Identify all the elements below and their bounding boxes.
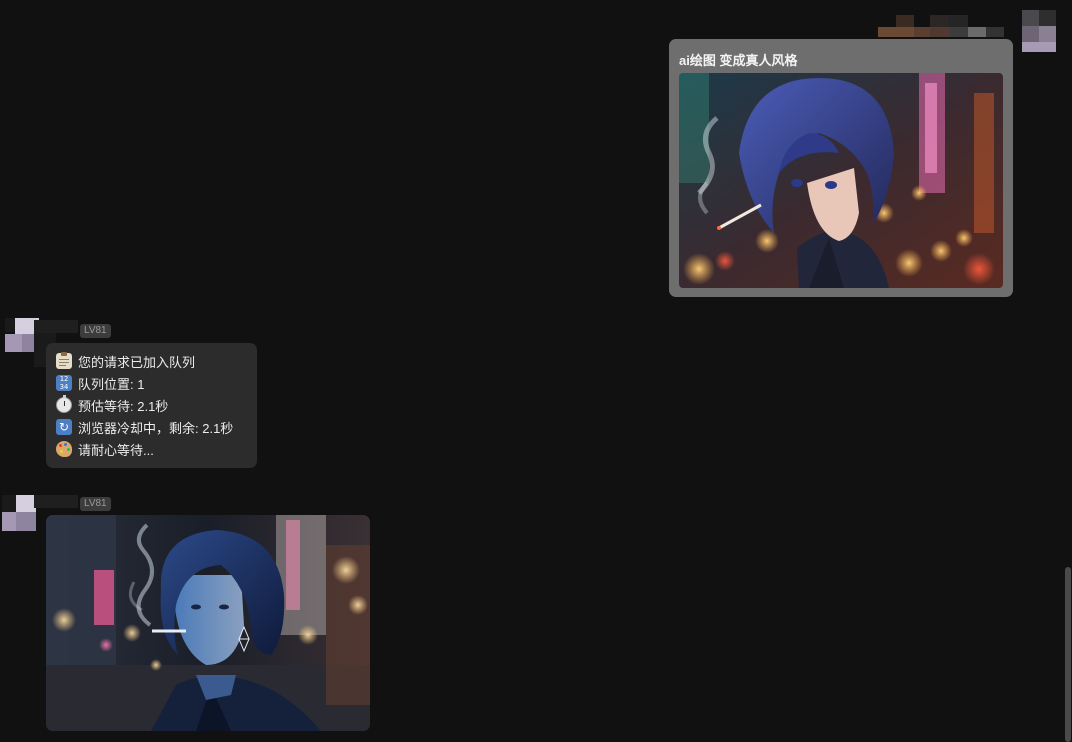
- anime-girl-image: [679, 73, 1003, 288]
- incoming-avatar-2[interactable]: [2, 495, 36, 531]
- status-text-queued: 您的请求已加入队列: [78, 354, 196, 370]
- status-line-estimated-wait: 预估等待: 2.1秒: [56, 395, 168, 415]
- clipboard-icon: [56, 352, 72, 369]
- incoming-status-bubble[interactable]: 您的请求已加入队列 12 34 队列位置: 1 预估等待: 2.1秒 ↻ 浏览器冷…: [46, 343, 257, 468]
- status-line-queue-position: 12 34 队列位置: 1: [56, 373, 144, 393]
- status-text-browser-cooldown: 浏览器冷却中，剩余: 2.1秒: [78, 420, 234, 436]
- level-badge: LV81: [80, 497, 111, 511]
- status-text-estimated-wait: 预估等待: 2.1秒: [78, 398, 169, 414]
- palette-icon: [56, 441, 72, 457]
- realistic-girl-image: [46, 515, 370, 731]
- outgoing-anime-image[interactable]: [679, 73, 1003, 288]
- outgoing-message-text: ai绘图 变成真人风格: [679, 53, 798, 68]
- status-text-please-wait: 请耐心等待...: [78, 442, 154, 458]
- chat-area: ai绘图 变成真人风格 LV81 您的请求已加入队列 12 34 队列位置: 1…: [0, 0, 1072, 742]
- status-line-browser-cooldown: ↻ 浏览器冷却中，剩余: 2.1秒: [56, 417, 233, 437]
- outgoing-avatar[interactable]: [1022, 10, 1056, 52]
- outgoing-sender-name-redacted: [878, 14, 1018, 38]
- number-keys-icon: 12 34: [56, 375, 72, 391]
- status-line-please-wait: 请耐心等待...: [56, 439, 154, 459]
- stopwatch-icon: [56, 395, 72, 413]
- incoming-sender-name-redacted-2: [34, 495, 78, 509]
- outgoing-message-bubble[interactable]: ai绘图 变成真人风格: [669, 39, 1013, 297]
- incoming-realistic-image[interactable]: [46, 515, 370, 731]
- status-text-queue-position: 队列位置: 1: [78, 376, 145, 392]
- refresh-icon: ↻: [56, 419, 72, 435]
- level-badge: LV81: [80, 324, 111, 338]
- scrollbar[interactable]: [1065, 567, 1071, 742]
- status-line-queued: 您的请求已加入队列: [56, 351, 195, 371]
